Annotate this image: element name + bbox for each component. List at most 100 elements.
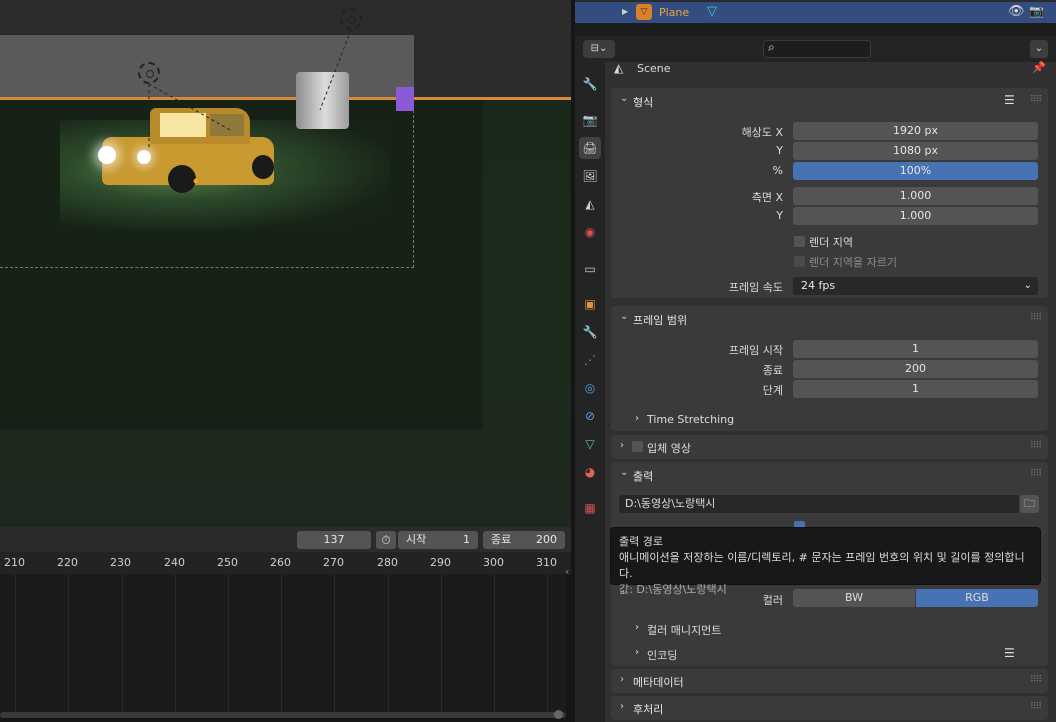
chevron-right-icon[interactable]: ›	[620, 701, 624, 712]
aspect-x-field[interactable]: 1.000	[793, 187, 1038, 205]
resolution-x-field[interactable]: 1920 px	[793, 122, 1038, 140]
drag-grip-icon[interactable]: ⠿⠿	[1030, 675, 1042, 685]
chevron-right-icon[interactable]: ›	[620, 440, 624, 451]
output-panel-title[interactable]: 출력	[633, 468, 653, 484]
grid-line	[281, 574, 282, 712]
render-tab-icon[interactable]: 📷	[579, 109, 601, 131]
output-path-value: D:\동영상\노랑택시	[625, 497, 716, 510]
metadata-panel-title[interactable]: 메타데이터	[633, 674, 684, 690]
outliner-object-name[interactable]: Plane	[659, 6, 689, 19]
stopwatch-icon[interactable]: ⏱	[376, 531, 396, 549]
frame-step-field[interactable]: 1	[793, 380, 1038, 398]
resolution-percent-field[interactable]: 100%	[793, 162, 1038, 180]
grid-line	[228, 574, 229, 712]
presets-list-icon[interactable]: ☰	[1004, 646, 1015, 660]
drag-grip-icon[interactable]: ⠿⠿	[1030, 313, 1042, 323]
chevron-down-icon[interactable]: ⌄	[620, 467, 628, 478]
sidebar-toggle-icon[interactable]: ‹	[565, 565, 569, 578]
options-dropdown-icon[interactable]: ⌄	[1030, 40, 1048, 58]
search-icon: ⌕	[768, 40, 775, 54]
area-divider	[575, 23, 1056, 36]
data-tab-icon[interactable]: ▽	[579, 433, 601, 455]
editor-type-icon[interactable]: ⊟⌄	[583, 40, 615, 58]
aspect-x-label: 측면 X	[751, 191, 783, 204]
output-path-tooltip: 출력 경로 애니메이션을 저장하는 이름/디렉토리, # 문자는 프레임 번호의…	[610, 527, 1041, 596]
tooltip-value: 값: D:\동영상\노랑택시	[619, 583, 727, 596]
chevron-right-icon[interactable]: ›	[635, 413, 639, 424]
frame-start-field[interactable]: 1	[793, 340, 1038, 358]
world-tab-icon[interactable]: ◉	[579, 221, 601, 243]
expand-arrow-icon[interactable]: ▶	[622, 7, 628, 16]
stereoscopy-panel-title[interactable]: 입체 영상	[647, 440, 691, 456]
physics-tab-icon[interactable]: ◎	[579, 377, 601, 399]
render-region-label[interactable]: 렌더 지역	[809, 234, 853, 250]
material-tab-icon[interactable]: ◕	[579, 461, 601, 483]
mesh-data-icon[interactable]: ▽	[707, 4, 717, 19]
end-frame-value: 200	[536, 533, 557, 546]
tooltip-title: 출력 경로	[619, 535, 663, 548]
particles-tab-icon[interactable]: ⋰	[579, 349, 601, 371]
chevron-right-icon[interactable]: ›	[635, 622, 639, 633]
visibility-eye-icon[interactable]: 👁	[1008, 4, 1025, 19]
frame-rate-dropdown[interactable]: 24 fps ⌄	[793, 277, 1038, 295]
texture-tab-icon[interactable]: ▦	[579, 497, 601, 519]
aspect-y-field[interactable]: 1.000	[793, 207, 1038, 225]
time-stretching-subpanel[interactable]: Time Stretching	[647, 413, 734, 426]
chevron-down-icon[interactable]: ⌄	[620, 93, 628, 104]
view-layer-tab-icon[interactable]: 🖼	[579, 165, 601, 187]
scene-context-icon: ◭	[614, 61, 624, 75]
drag-grip-icon[interactable]: ⠿⠿	[1030, 441, 1042, 451]
render-region-checkbox[interactable]	[794, 236, 805, 247]
crop-region-checkbox[interactable]	[794, 256, 805, 267]
scrollbar-handle[interactable]	[554, 710, 563, 719]
timeline-body[interactable]	[0, 574, 566, 712]
crop-region-label[interactable]: 렌더 지역을 자르기	[809, 254, 897, 270]
grid-line	[388, 574, 389, 712]
3d-viewport[interactable]	[0, 0, 571, 527]
frame-range-panel-title[interactable]: 프레임 범위	[633, 312, 687, 328]
grid-line	[122, 574, 123, 712]
presets-list-icon[interactable]: ☰	[1004, 93, 1015, 107]
chevron-down-icon: ⌄	[1023, 280, 1032, 291]
drag-grip-icon[interactable]: ⠿⠿	[1030, 95, 1042, 105]
post-processing-panel[interactable]	[611, 696, 1048, 720]
start-frame-value: 1	[463, 533, 470, 546]
drag-grip-icon[interactable]: ⠿⠿	[1030, 469, 1042, 479]
mesh-object-icon: ▽	[636, 4, 652, 20]
frame-end-field[interactable]: 200	[793, 360, 1038, 378]
output-path-input[interactable]: D:\동영상\노랑택시	[619, 495, 1019, 513]
color-management-subpanel[interactable]: 컬러 매니지먼트	[647, 622, 721, 638]
ruler-tick: 260	[270, 556, 291, 569]
format-panel-title[interactable]: 형식	[633, 94, 653, 110]
current-frame-field[interactable]: 137	[297, 531, 371, 549]
scene-tab-icon[interactable]: ◭	[579, 193, 601, 215]
chevron-right-icon[interactable]: ›	[635, 647, 639, 658]
frame-rate-value: 24 fps	[801, 279, 836, 292]
pin-icon[interactable]: 📌	[1032, 61, 1046, 74]
collection-tab-icon[interactable]: ▭	[579, 258, 601, 280]
output-tab-icon[interactable]: 🖨	[579, 137, 601, 159]
end-frame-label: 종료	[491, 533, 512, 546]
drag-grip-icon[interactable]: ⠿⠿	[1030, 702, 1042, 712]
tool-tab-icon[interactable]: 🔧	[579, 73, 601, 95]
frame-end-label: 종료	[762, 364, 783, 377]
chevron-down-icon[interactable]: ⌄	[620, 311, 628, 322]
end-frame-field[interactable]: 종료 200	[483, 531, 565, 549]
properties-search-input[interactable]	[763, 40, 871, 58]
post-processing-panel-title[interactable]: 후처리	[633, 701, 663, 717]
chevron-right-icon[interactable]: ›	[620, 674, 624, 685]
frame-rate-label: 프레임 속도	[728, 281, 783, 294]
encoding-subpanel[interactable]: 인코딩	[647, 647, 677, 663]
stereoscopy-checkbox[interactable]	[632, 441, 643, 452]
constraints-tab-icon[interactable]: ⊘	[579, 405, 601, 427]
context-title: Scene	[637, 62, 671, 75]
object-tab-icon[interactable]: ▣	[579, 293, 601, 315]
render-camera-icon[interactable]: 📷	[1029, 4, 1044, 18]
ruler-tick: 230	[110, 556, 131, 569]
timeline-scrollbar[interactable]	[0, 712, 566, 718]
start-frame-field[interactable]: 시작 1	[398, 531, 478, 549]
folder-icon[interactable]: 🗀	[1020, 495, 1039, 513]
resolution-y-field[interactable]: 1080 px	[793, 142, 1038, 160]
modifier-tab-icon[interactable]: 🔧	[579, 321, 601, 343]
ruler-tick: 310	[536, 556, 557, 569]
